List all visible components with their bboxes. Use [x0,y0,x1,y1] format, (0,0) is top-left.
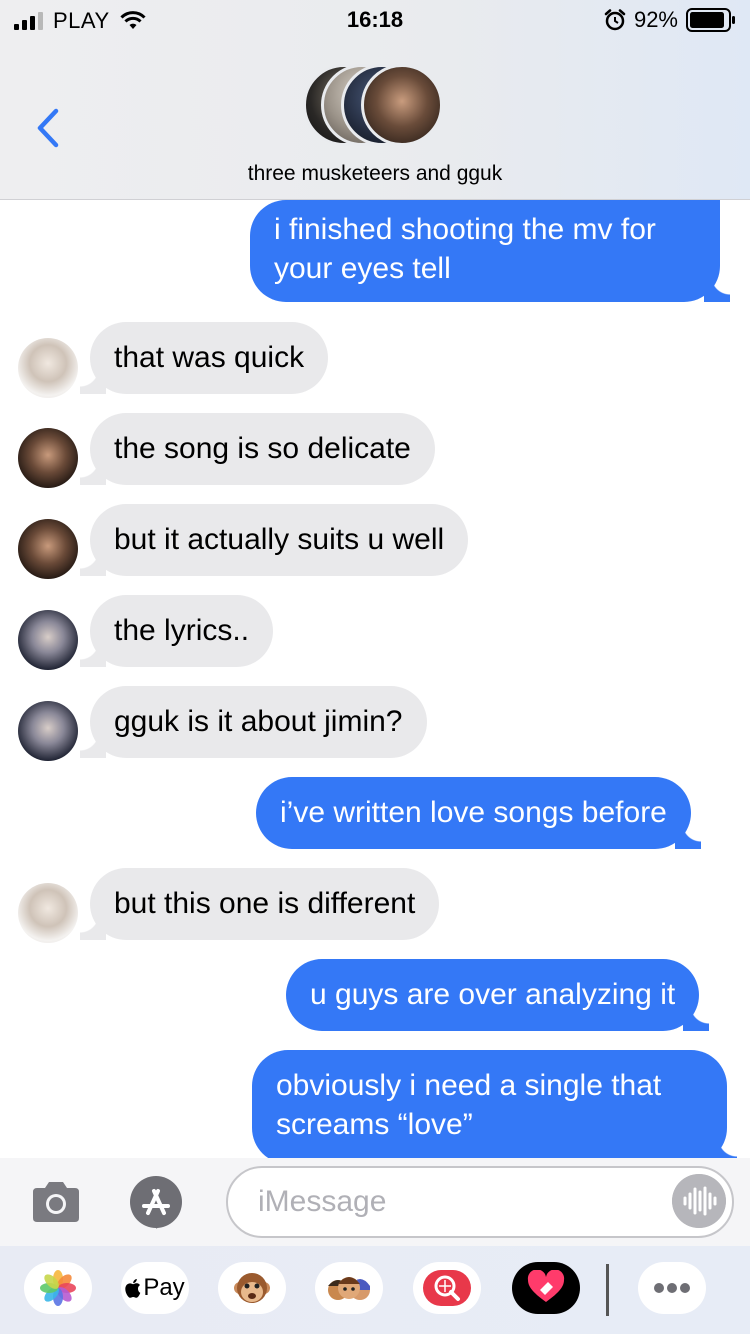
message-bubble-incoming[interactable]: but it actually suits u well [79,504,469,576]
message-text: obviously i need a single that [276,1069,662,1102]
message-bubble-outgoing[interactable]: obviously i need a single that screams “… [252,1050,737,1158]
message-text: that was quick [114,341,305,374]
message-text: u guys are over analyzing it [310,978,676,1011]
group-avatars[interactable] [303,64,453,150]
app-store-icon[interactable] [126,1175,190,1229]
message-bubble-outgoing[interactable]: i’ve written love songs before [256,777,701,849]
message-bubble-incoming[interactable]: the song is so delicate [80,413,435,485]
more-apps-icon[interactable] [638,1262,706,1314]
back-chevron-icon[interactable] [30,105,70,151]
app-drawer-divider [606,1264,609,1316]
alarm-icon [604,9,626,31]
animoji-app-icon[interactable] [218,1262,286,1314]
images-search-app-icon[interactable] [413,1262,481,1314]
message-text: but this one is different [114,887,416,920]
group-name[interactable]: three musketeers and gguk [0,162,750,186]
group-avatar-4 [361,64,443,146]
message-text: i’ve written love songs before [280,796,667,829]
message-text: the lyrics.. [114,614,250,647]
app-drawer: Pay [0,1246,750,1334]
message-text: i finished shooting the mv for [274,213,656,246]
camera-icon[interactable] [30,1180,82,1224]
message-bubble-outgoing[interactable]: i finished shooting the mv for your eyes… [250,200,730,302]
audio-message-icon[interactable] [672,1174,726,1228]
message-bubble-incoming[interactable]: that was quick [79,322,329,394]
sender-avatar[interactable] [18,428,78,488]
message-bubble-outgoing[interactable]: u guys are over analyzing it [286,959,710,1031]
message-text: gguk is it about jimin? [114,705,403,738]
message-text: the song is so delicate [114,432,411,465]
message-input[interactable]: iMessage [226,1166,734,1238]
message-bubble-incoming[interactable]: but this one is different [79,868,440,940]
message-text: screams “love” [276,1108,473,1141]
sender-avatar[interactable] [18,519,78,579]
apple-pay-label: Pay [143,1274,185,1301]
message-text: but it actually suits u well [114,523,445,556]
apple-logo-icon [125,1279,141,1298]
digital-touch-app-icon[interactable] [512,1262,580,1314]
sender-avatar[interactable] [18,701,78,761]
apple-pay-app-icon[interactable]: Pay [121,1262,189,1314]
sender-avatar[interactable] [18,883,78,943]
status-bar: PLAY 16:18 92% [0,0,750,40]
message-bubble-incoming[interactable]: gguk is it about jimin? [80,686,427,758]
message-thread[interactable]: i finished shooting the mv for your eyes… [0,200,750,1158]
battery-icon [686,8,735,32]
compose-bar: iMessage [0,1158,750,1246]
message-text: your eyes tell [274,252,451,285]
memoji-app-icon[interactable] [315,1262,383,1314]
battery-percent: 92% [633,7,678,32]
photos-app-icon[interactable] [24,1262,92,1314]
message-bubble-incoming[interactable]: the lyrics.. [79,595,274,667]
messages-screen: three musketeers and gguk PLAY 16:18 92% [0,0,750,1334]
sender-avatar[interactable] [18,338,78,398]
sender-avatar[interactable] [18,610,78,670]
